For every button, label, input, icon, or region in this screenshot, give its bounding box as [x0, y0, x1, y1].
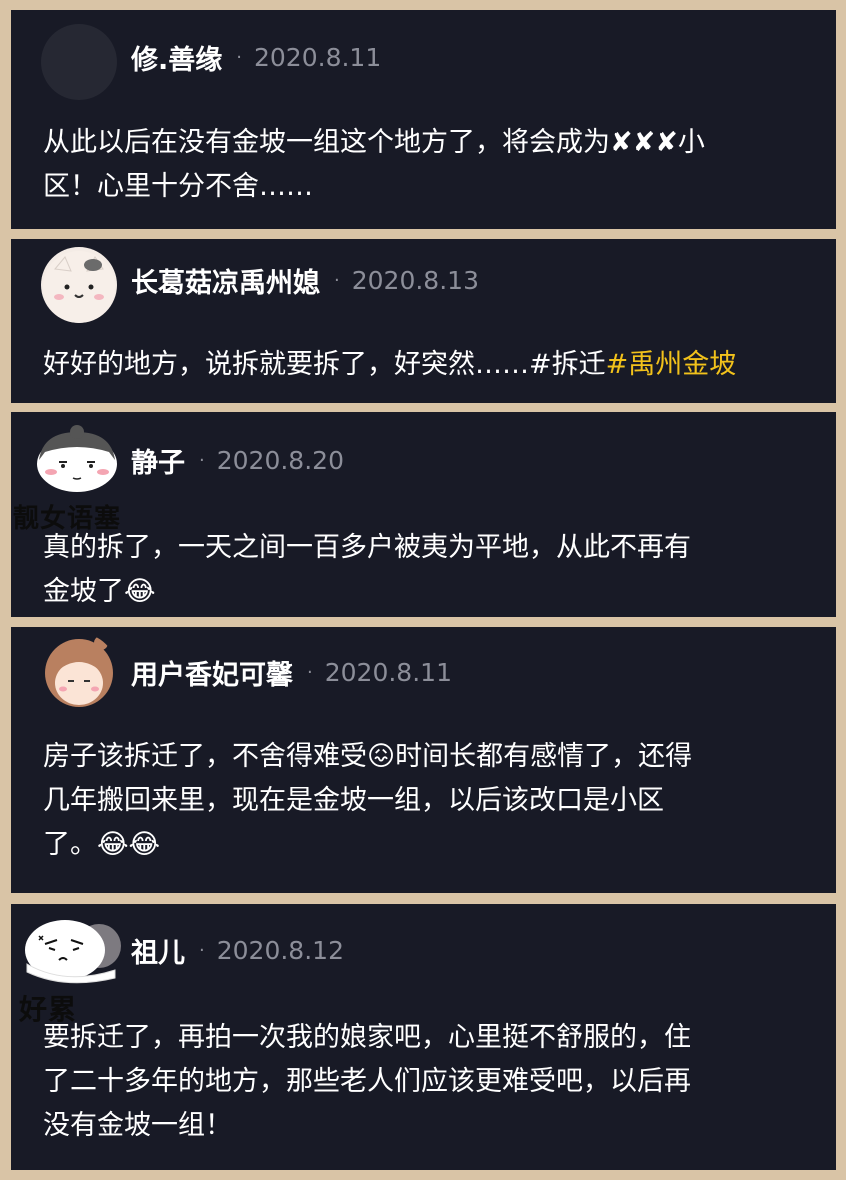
comment-line: 真的拆了，一天之间一百多户被夷为平地，从此不再有 — [43, 532, 691, 563]
avatar[interactable] — [19, 910, 123, 990]
hashtag-link[interactable]: #禹州金坡 — [606, 349, 737, 380]
comment-date: 2020.8.20 — [216, 445, 344, 475]
comment-text: 要拆迁了，再拍一次我的娘家吧，心里挺不舒服的，住 了二十多年的地方，那些老人们应… — [43, 1016, 813, 1148]
comment-header: 静子 · 2020.8.20 — [131, 440, 344, 480]
avatar[interactable] — [41, 633, 117, 709]
comment-date: 2020.8.11 — [324, 657, 452, 687]
tired-sticker-icon — [25, 920, 121, 984]
comment-header: 修.善缘 · 2020.8.11 — [131, 37, 381, 77]
separator-dot: · — [236, 46, 242, 68]
separator-dot: · — [199, 939, 205, 961]
girl-avatar-icon — [45, 636, 113, 707]
comment-line: 要拆迁了，再拍一次我的娘家吧，心里挺不舒服的，住 — [43, 1022, 691, 1053]
separator-dot: · — [334, 269, 340, 291]
comment-line: 几年搬回来里，现在是金坡一组，以后该改口是小区 — [43, 785, 664, 816]
avatar[interactable] — [41, 24, 117, 100]
comment-date: 2020.8.12 — [216, 935, 344, 965]
comment-line: 没有金坡一组！ — [43, 1110, 232, 1141]
comment-header: 长葛菇凉禹州媳 · 2020.8.13 — [131, 260, 479, 300]
comment-card: 好累 祖儿 · 2020.8.12 要拆迁了，再拍一次我的娘家吧，心里挺不舒服的… — [11, 904, 836, 1170]
comment-line: 了二十多年的地方，那些老人们应该更难受吧，以后再 — [43, 1066, 691, 1097]
avatar[interactable] — [29, 422, 125, 494]
comment-card: 靓女语塞 静子 · 2020.8.20 真的拆了，一天之间一百多户被夷为平地，从… — [11, 412, 836, 617]
cat-face-icon — [43, 251, 115, 323]
separator-dot: · — [307, 661, 313, 683]
username[interactable]: 长葛菇凉禹州媳 — [131, 261, 320, 300]
comment-header: 用户香妃可馨 · 2020.8.11 — [131, 652, 452, 692]
comment-line: 区！心里十分不舍…… — [43, 171, 313, 202]
username[interactable]: 用户香妃可馨 — [131, 653, 293, 692]
comment-text: 好好的地方，说拆就要拆了，好突然……#拆迁#禹州金坡 — [43, 343, 813, 387]
comment-text: 从此以后在没有金坡一组这个地方了，将会成为✘✘✘小 区！心里十分不舍…… — [43, 121, 813, 209]
username[interactable]: 修.善缘 — [131, 38, 222, 77]
comment-line: 从此以后在没有金坡一组这个地方了，将会成为✘✘✘小 — [43, 127, 705, 158]
comment-text: 真的拆了，一天之间一百多户被夷为平地，从此不再有 金坡了😂 — [43, 526, 813, 614]
girl-sticker-icon — [37, 425, 117, 492]
avatar[interactable] — [41, 247, 117, 323]
comment-line: 金坡了😂 — [43, 576, 156, 607]
comment-text: 房子该拆迁了，不舍得难受😖时间长都有感情了，还得 几年搬回来里，现在是金坡一组，… — [43, 735, 813, 867]
comment-header: 祖儿 · 2020.8.12 — [131, 930, 344, 970]
username[interactable]: 祖儿 — [131, 931, 185, 970]
comment-card: 修.善缘 · 2020.8.11 从此以后在没有金坡一组这个地方了，将会成为✘✘… — [11, 10, 836, 229]
comment-card: 用户香妃可馨 · 2020.8.11 房子该拆迁了，不舍得难受😖时间长都有感情了… — [11, 627, 836, 893]
comment-date: 2020.8.11 — [254, 42, 382, 72]
separator-dot: · — [199, 449, 205, 471]
comment-line: 了。😂😂 — [43, 829, 161, 860]
username[interactable]: 静子 — [131, 441, 185, 480]
comment-date: 2020.8.13 — [351, 265, 479, 295]
comment-line: 好好的地方，说拆就要拆了，好突然……#拆迁 — [43, 349, 606, 380]
comment-line: 房子该拆迁了，不舍得难受😖时间长都有感情了，还得 — [43, 741, 693, 772]
comment-card: 长葛菇凉禹州媳 · 2020.8.13 好好的地方，说拆就要拆了，好突然……#拆… — [11, 239, 836, 403]
